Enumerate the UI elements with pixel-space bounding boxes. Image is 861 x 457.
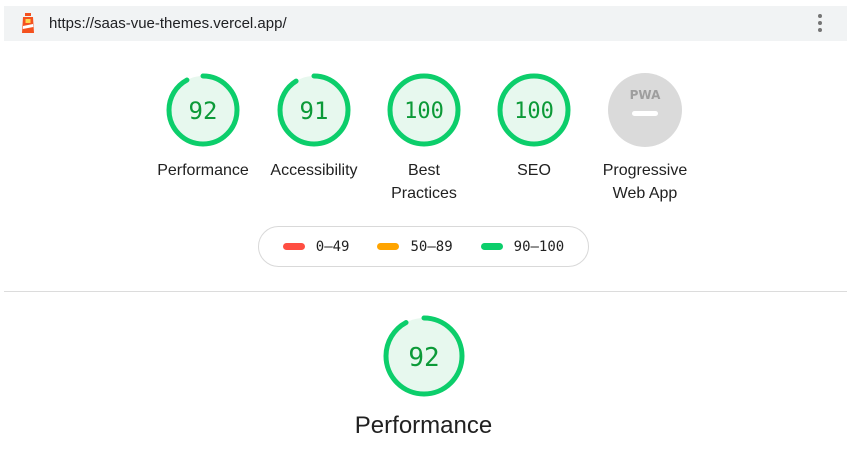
gauge-performance[interactable]: 92 Performance (148, 72, 258, 182)
seo-score: 100 (514, 99, 554, 124)
url-bar: https://saas-vue-themes.vercel.app/ (4, 6, 847, 41)
legend-pass-range: 90–100 (513, 238, 565, 255)
pwa-badge-text: PWA (630, 88, 661, 102)
performance-score-gauge: 92 (166, 73, 240, 147)
gauge-accessibility[interactable]: 91 Accessibility (259, 72, 369, 182)
performance-section-gauge: 92 (383, 315, 465, 397)
best-practices-score: 100 (404, 99, 444, 124)
more-options-icon[interactable] (817, 14, 823, 34)
lighthouse-icon (22, 13, 34, 33)
legend-average: 50–89 (377, 238, 453, 255)
gauge-best-practices[interactable]: 100 Best Practices (369, 72, 479, 205)
seo-label: SEO (517, 162, 551, 179)
pwa-dash-icon (632, 111, 658, 116)
accessibility-score: 91 (300, 97, 329, 125)
accessibility-label: Accessibility (270, 162, 358, 179)
gauge-seo[interactable]: 100 SEO (479, 72, 589, 182)
legend-pass-bar (480, 243, 503, 250)
performance-section-score: 92 (408, 343, 439, 373)
section-divider (4, 291, 847, 292)
pwa-badge-icon: PWA (608, 73, 682, 147)
performance-section-title: Performance (354, 412, 493, 439)
page-url[interactable]: https://saas-vue-themes.vercel.app/ (49, 6, 287, 41)
score-legend: 0–49 50–89 90–100 (258, 226, 589, 267)
pwa-label: Progressive Web App (602, 162, 688, 202)
legend-fail-bar (282, 243, 305, 250)
accessibility-score-gauge: 91 (277, 73, 351, 147)
legend-pass: 90–100 (480, 238, 565, 255)
performance-score: 92 (189, 97, 218, 125)
best-practices-label: Best Practices (391, 162, 457, 202)
legend-fail-range: 0–49 (315, 238, 350, 255)
gauge-pwa[interactable]: PWA Progressive Web App (590, 72, 700, 205)
legend-fail: 0–49 (282, 238, 350, 255)
best-practices-score-gauge: 100 (387, 73, 461, 147)
performance-label: Performance (157, 162, 249, 179)
legend-average-bar (377, 243, 400, 250)
seo-score-gauge: 100 (497, 73, 571, 147)
legend-average-range: 50–89 (410, 238, 453, 255)
